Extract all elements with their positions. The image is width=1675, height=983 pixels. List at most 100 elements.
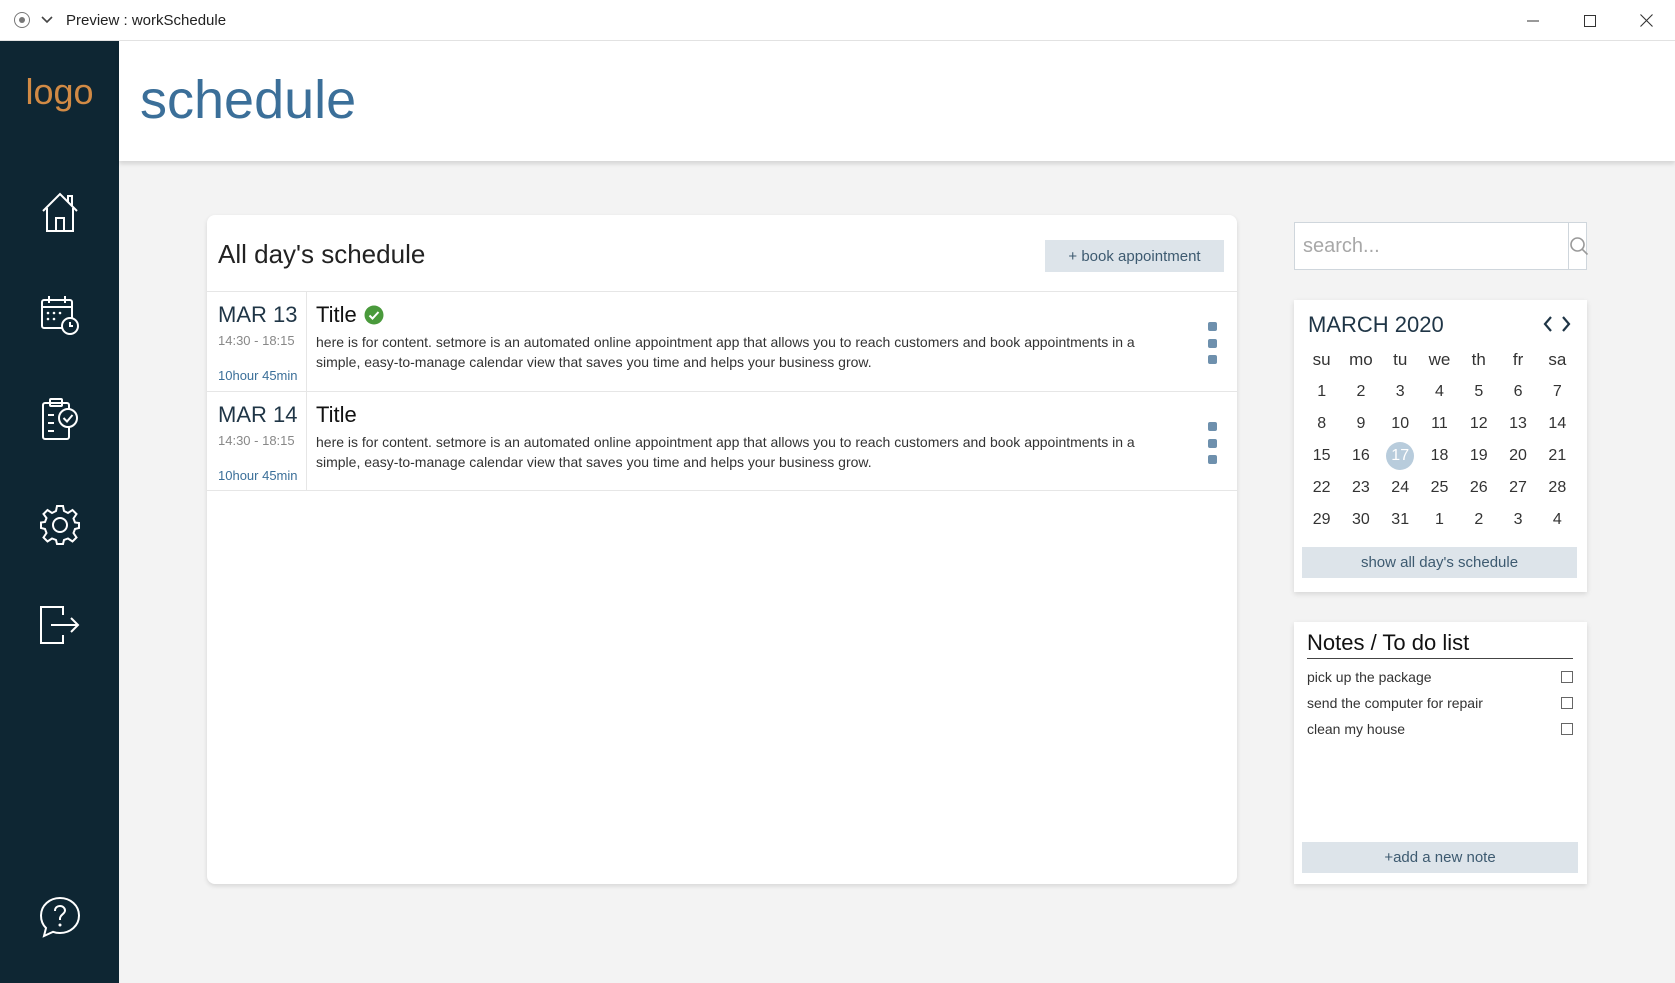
sidebar: logo bbox=[0, 41, 119, 983]
calendar-day[interactable]: 18 bbox=[1420, 447, 1459, 465]
add-note-button[interactable]: +add a new note bbox=[1302, 842, 1578, 873]
calendar-day[interactable]: 25 bbox=[1420, 479, 1459, 497]
calendar-next-button[interactable] bbox=[1558, 314, 1574, 334]
appointment-row[interactable]: MAR 14 14:30 - 18:15 10hour 45min Title … bbox=[207, 391, 1237, 491]
more-options-button[interactable] bbox=[1205, 322, 1219, 364]
maximize-button[interactable] bbox=[1561, 0, 1618, 41]
note-checkbox[interactable] bbox=[1561, 697, 1573, 709]
search-input[interactable] bbox=[1295, 223, 1568, 269]
nav-settings[interactable] bbox=[36, 501, 84, 549]
page-header: schedule bbox=[119, 41, 1675, 161]
calendar-day[interactable]: 30 bbox=[1341, 511, 1380, 529]
nav-logout[interactable] bbox=[36, 601, 84, 649]
calendar-day[interactable]: 8 bbox=[1302, 415, 1341, 433]
calendar-day-number: 31 bbox=[1391, 511, 1410, 528]
nav-help[interactable] bbox=[36, 893, 84, 941]
calendar-day[interactable]: 4 bbox=[1420, 383, 1459, 401]
calendar-day-number: 29 bbox=[1312, 511, 1331, 528]
calendar-day[interactable]: 7 bbox=[1538, 383, 1577, 401]
search-icon bbox=[1570, 237, 1589, 256]
appointment-title-wrap: Title bbox=[316, 402, 357, 428]
calendar-day[interactable]: 29 bbox=[1302, 511, 1341, 529]
minimize-icon bbox=[1526, 20, 1539, 21]
calendar-day-number: 4 bbox=[1552, 511, 1562, 528]
calendar-day[interactable]: 19 bbox=[1459, 447, 1498, 465]
calendar-month: MARCH 2020 bbox=[1308, 312, 1444, 337]
calendar-day[interactable]: 10 bbox=[1381, 415, 1420, 433]
weekday-label: sa bbox=[1548, 350, 1567, 369]
calendar-day-number: 6 bbox=[1513, 383, 1523, 400]
calendar-day-number: 12 bbox=[1469, 415, 1488, 432]
calendar-day[interactable]: 12 bbox=[1459, 415, 1498, 433]
calendar-day[interactable]: 27 bbox=[1498, 479, 1537, 497]
calendar-week-row: 29 30 31 1 2 3 4 bbox=[1302, 504, 1577, 536]
calendar-day-number: 20 bbox=[1509, 447, 1527, 464]
close-button[interactable] bbox=[1618, 0, 1675, 41]
appointment-description: here is for content. setmore is an autom… bbox=[316, 334, 1135, 370]
nav-home[interactable] bbox=[36, 188, 84, 236]
record-icon[interactable] bbox=[14, 12, 30, 28]
calendar-day[interactable]: 9 bbox=[1341, 415, 1380, 433]
calendar-day[interactable]: 23 bbox=[1341, 479, 1380, 497]
calendar-day[interactable]: 28 bbox=[1538, 479, 1577, 497]
calendar-day-number: 3 bbox=[1513, 511, 1523, 528]
appointment-date: MAR 14 bbox=[218, 402, 298, 427]
calendar-day-number: 27 bbox=[1509, 479, 1527, 496]
calendar-day[interactable]: 3 bbox=[1498, 511, 1537, 529]
weekday-label: fr bbox=[1512, 350, 1524, 369]
show-all-schedule-button[interactable]: show all day's schedule bbox=[1302, 547, 1577, 578]
note-item: send the computer for repair bbox=[1307, 692, 1573, 714]
calendar-day[interactable]: 16 bbox=[1341, 447, 1380, 465]
notes-panel: Notes / To do list pick up the package s… bbox=[1294, 622, 1587, 884]
chevron-down-icon[interactable] bbox=[40, 13, 54, 27]
calendar-day[interactable]: 1 bbox=[1302, 383, 1341, 401]
appointment-row[interactable]: MAR 13 14:30 - 18:15 10hour 45min Title … bbox=[207, 291, 1237, 391]
nav-schedule[interactable] bbox=[36, 291, 84, 339]
calendar-day[interactable]: 3 bbox=[1381, 383, 1420, 401]
calendar-day-number: 3 bbox=[1395, 383, 1405, 400]
calendar-day[interactable]: 22 bbox=[1302, 479, 1341, 497]
calendar-day-number: 2 bbox=[1356, 383, 1366, 400]
calendar-day[interactable]: 17 bbox=[1381, 442, 1420, 470]
note-checkbox[interactable] bbox=[1561, 671, 1573, 683]
calendar-weekday-row: su mo tu we th fr sa bbox=[1302, 344, 1577, 376]
calendar-day-number: 7 bbox=[1552, 383, 1562, 400]
calendar-day[interactable]: 2 bbox=[1459, 511, 1498, 529]
schedule-panel: All day's schedule + book appointment MA… bbox=[207, 215, 1237, 884]
calendar-day[interactable]: 6 bbox=[1498, 383, 1537, 401]
book-appointment-button[interactable]: + book appointment bbox=[1045, 240, 1224, 272]
appointment-date-column: MAR 13 14:30 - 18:15 10hour 45min bbox=[207, 292, 307, 391]
calendar-day[interactable]: 24 bbox=[1381, 479, 1420, 497]
calendar-day[interactable]: 21 bbox=[1538, 447, 1577, 465]
calendar-day[interactable]: 4 bbox=[1538, 511, 1577, 529]
calendar-day-number: 4 bbox=[1435, 383, 1444, 400]
nav-tasks[interactable] bbox=[36, 395, 84, 443]
note-checkbox[interactable] bbox=[1561, 723, 1573, 735]
calendar-day[interactable]: 15 bbox=[1302, 447, 1341, 465]
page-title: schedule bbox=[140, 70, 357, 130]
dot-icon bbox=[1207, 338, 1217, 348]
calendar-day[interactable]: 20 bbox=[1498, 447, 1537, 465]
check-circle-icon bbox=[364, 305, 384, 325]
calendar-day-number: 23 bbox=[1352, 479, 1370, 496]
calendar-day[interactable]: 11 bbox=[1420, 415, 1459, 433]
calendar-day[interactable]: 13 bbox=[1498, 415, 1537, 433]
calendar-day[interactable]: 14 bbox=[1538, 415, 1577, 433]
search-button[interactable] bbox=[1568, 223, 1589, 269]
calendar-day[interactable]: 26 bbox=[1459, 479, 1498, 497]
calendar-day-number: 2 bbox=[1474, 511, 1484, 528]
calendar-week-row: 8 9 10 11 12 13 14 bbox=[1302, 408, 1577, 440]
note-text: clean my house bbox=[1307, 721, 1406, 737]
logout-icon bbox=[40, 606, 80, 644]
calendar-day-number: 9 bbox=[1356, 415, 1366, 432]
weekday-label: su bbox=[1312, 350, 1331, 369]
calendar-prev-button[interactable] bbox=[1540, 314, 1556, 334]
more-options-button[interactable] bbox=[1205, 422, 1219, 464]
logo: logo bbox=[25, 71, 94, 112]
calendar-clock-icon bbox=[41, 296, 79, 335]
minimize-button[interactable] bbox=[1504, 0, 1561, 41]
calendar-day[interactable]: 2 bbox=[1341, 383, 1380, 401]
calendar-day[interactable]: 5 bbox=[1459, 383, 1498, 401]
calendar-day[interactable]: 1 bbox=[1420, 511, 1459, 529]
calendar-day[interactable]: 31 bbox=[1381, 511, 1420, 529]
